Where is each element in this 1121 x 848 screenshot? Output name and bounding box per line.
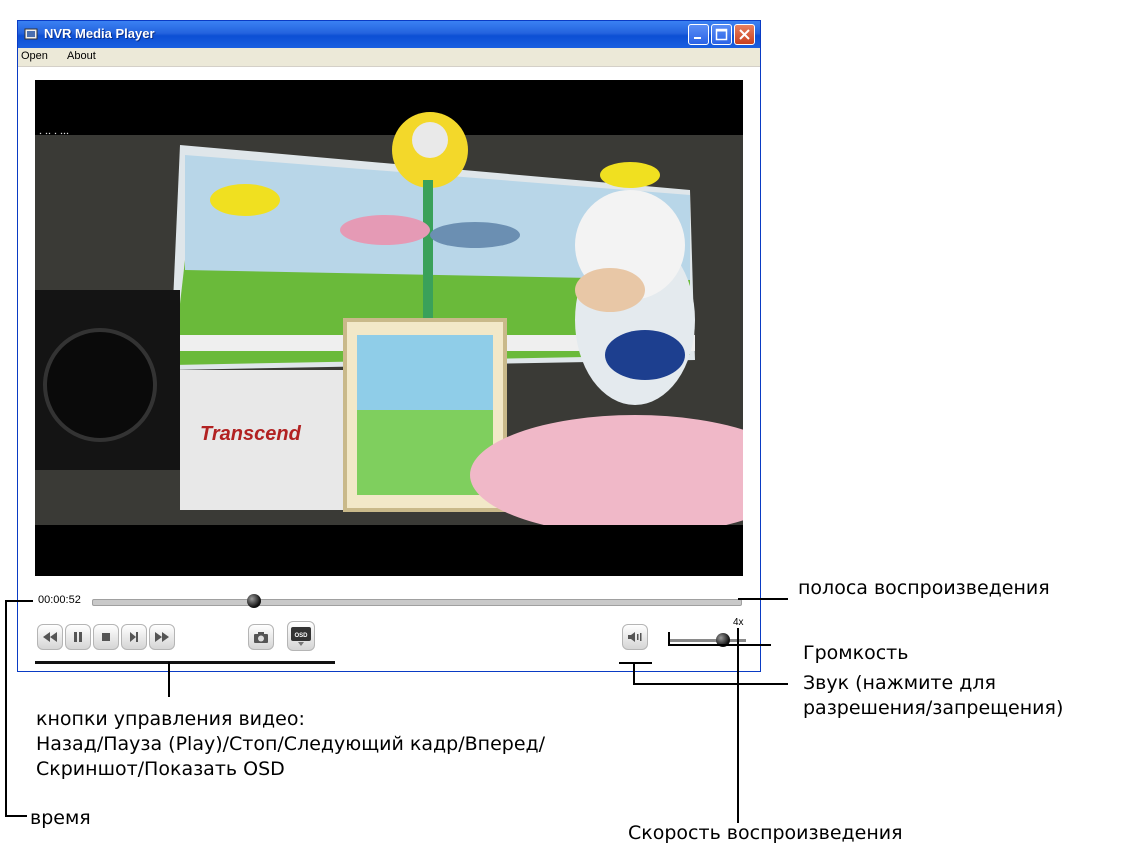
sound-underline	[619, 662, 652, 664]
leader-sound-horiz	[633, 683, 788, 685]
speed-label: 4x	[733, 617, 744, 628]
osd-text: ▪ ▪▪ ▪ ▪▪▪	[39, 131, 69, 137]
video-display[interactable]: Transcend ▪ ▪▪ ▪ ▪▪▪	[35, 80, 743, 576]
stop-button[interactable]	[93, 624, 119, 650]
next-frame-button[interactable]	[121, 624, 147, 650]
controls-underline	[35, 661, 335, 664]
leader-time-vert	[5, 600, 7, 816]
time-display: 00:00:52	[38, 594, 81, 606]
show-osd-button[interactable]: OSD	[287, 621, 315, 651]
menu-open[interactable]: Open	[21, 50, 48, 62]
speaker-icon	[628, 632, 642, 642]
volume-slider-track[interactable]	[668, 639, 746, 642]
leader-time-bottom	[5, 815, 27, 817]
annotation-sound-line2: разрешения/запрещения)	[803, 697, 1064, 719]
minimize-icon	[694, 37, 701, 39]
maximize-icon	[715, 28, 728, 41]
close-icon	[739, 29, 750, 40]
transcend-logo: Transcend	[200, 423, 302, 445]
stop-icon	[102, 633, 110, 641]
pause-button[interactable]	[65, 624, 91, 650]
title-bar[interactable]: NVR Media Player	[18, 21, 760, 48]
maximize-button[interactable]	[711, 24, 732, 45]
annotation-speed: Скорость воспроизведения	[628, 822, 903, 844]
camera-icon	[254, 631, 268, 643]
player-window: NVR Media Player Open About Transcend ▪ …	[17, 20, 761, 672]
leader-volume-vert	[668, 632, 670, 644]
snapshot-button[interactable]	[248, 624, 274, 650]
app-icon	[24, 28, 38, 40]
sound-toggle-button[interactable]	[622, 624, 648, 650]
minimize-button[interactable]	[688, 24, 709, 45]
pause-icon	[74, 632, 82, 642]
annotation-volume: Громкость	[803, 642, 909, 664]
annotation-controls-line3: Скриншот/Показать OSD	[36, 758, 285, 780]
leader-time-top	[5, 600, 33, 602]
video-frame: Transcend ▪ ▪▪ ▪ ▪▪▪	[35, 80, 743, 576]
osd-icon-label: OSD	[294, 633, 308, 639]
menu-bar: Open About	[18, 48, 760, 67]
playback-bar[interactable]	[92, 599, 742, 606]
annotation-controls-line2: Назад/Пауза (Play)/Стоп/Следующий кадр/В…	[36, 733, 546, 755]
playback-knob[interactable]	[247, 594, 261, 608]
leader-speed	[737, 628, 739, 823]
leader-playback-bar	[738, 598, 788, 600]
leader-volume-horiz	[668, 644, 771, 646]
rewind-icon	[43, 632, 57, 642]
window-title: NVR Media Player	[44, 26, 155, 41]
leader-controls	[168, 662, 170, 697]
osd-icon: OSD	[291, 627, 311, 646]
annotation-time: время	[30, 807, 91, 829]
seek-row: 00:00:52	[18, 593, 760, 609]
annotation-controls-line1: кнопки управления видео:	[36, 708, 305, 730]
fast-forward-button[interactable]	[149, 624, 175, 650]
annotation-playback-bar: полоса воспроизведения	[798, 577, 1050, 599]
menu-about[interactable]: About	[67, 50, 96, 62]
rewind-button[interactable]	[37, 624, 63, 650]
fast-forward-icon	[155, 632, 169, 642]
annotation-sound-line1: Звук (нажмите для	[803, 672, 996, 694]
step-forward-icon	[130, 632, 138, 642]
leader-sound-vert	[633, 664, 635, 684]
close-button[interactable]	[734, 24, 755, 45]
